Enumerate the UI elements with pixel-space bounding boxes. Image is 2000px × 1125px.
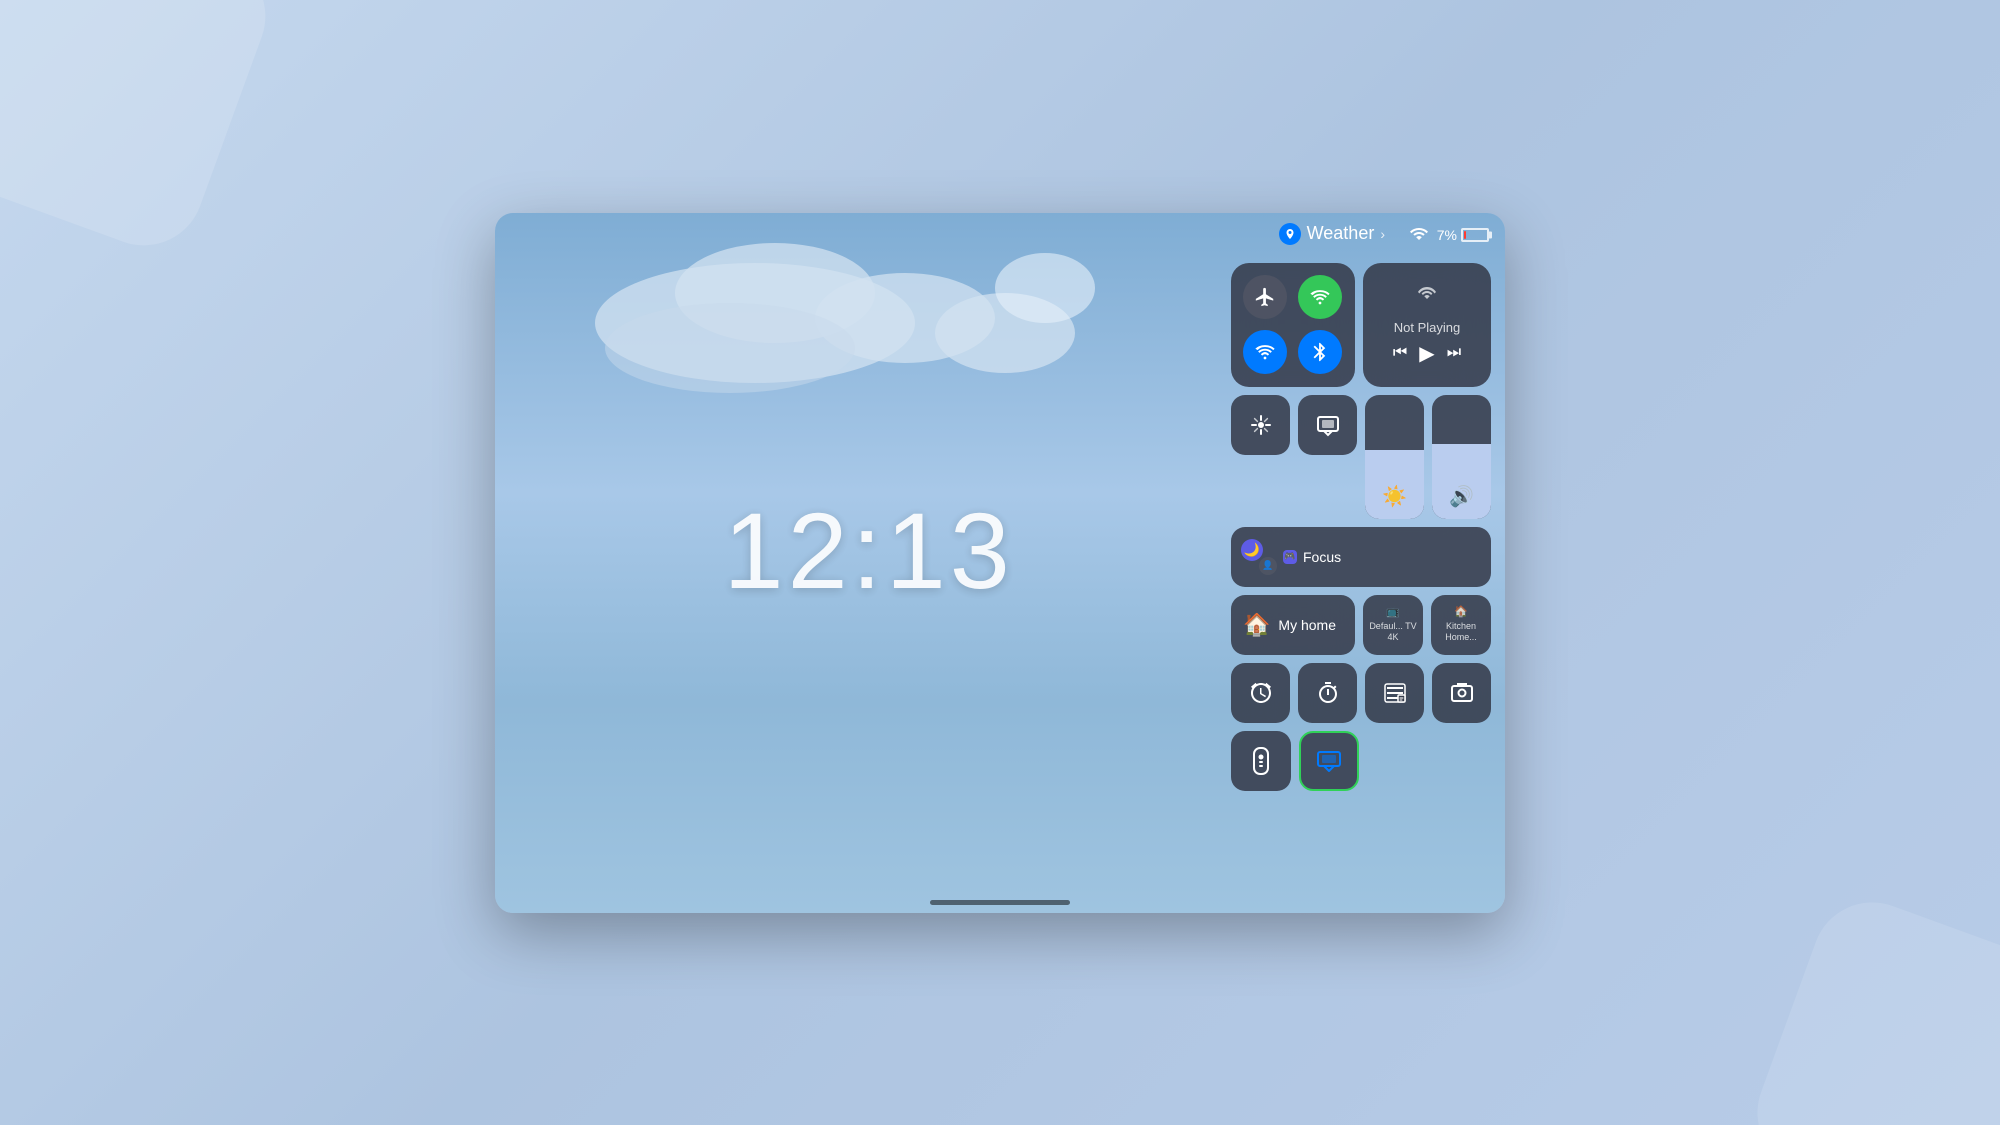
volume-icon: 🔊 (1449, 484, 1474, 509)
alarm-button[interactable] (1231, 663, 1290, 723)
now-playing-block[interactable]: Not Playing ⏮ ▶ ⏭ (1363, 263, 1491, 387)
device-kitchen-button[interactable]: 🏠 Kitchen Home... (1431, 595, 1491, 655)
cc-row-4: 🏠 My home 📺 Defaul... TV 4K 🏠 Kitchen Ho… (1231, 595, 1491, 655)
device-tv-label: Defaul... TV 4K (1367, 621, 1419, 643)
cc-row-5 (1231, 663, 1491, 723)
airplane-mode-toggle[interactable] (1243, 275, 1287, 319)
bluetooth-toggle[interactable] (1298, 330, 1342, 374)
battery-percentage: 7% (1437, 227, 1457, 243)
wifi-status-icon (1409, 225, 1429, 246)
media-controls[interactable]: ⏮ ▶ ⏭ (1393, 341, 1461, 366)
cloud-layer (595, 243, 1195, 443)
control-center: Not Playing ⏮ ▶ ⏭ (1231, 263, 1491, 791)
home-indicator[interactable] (930, 900, 1070, 905)
volume-slider[interactable]: 🔊 (1432, 395, 1491, 519)
prev-track-button[interactable]: ⏮ (1393, 344, 1407, 362)
screen-mirror-active-button[interactable] (1299, 731, 1359, 791)
rotation-lock-button[interactable] (1231, 395, 1290, 455)
brightness-icon: ☀️ (1382, 484, 1407, 509)
remote-button[interactable] (1231, 731, 1291, 791)
wifi-toggle[interactable] (1243, 330, 1287, 374)
person-icon: 👤 (1259, 557, 1277, 575)
time-display: 12:13 (724, 488, 1014, 613)
hotspot-toggle[interactable] (1298, 275, 1342, 319)
next-track-button[interactable]: ⏭ (1447, 344, 1461, 362)
cc-row-6 (1231, 731, 1491, 791)
weather-chevron-icon: › (1380, 226, 1385, 242)
ipad-screen: 12:13 Weather › 7% (495, 213, 1505, 913)
focus-block[interactable]: 🌙 👤 🎮 Focus (1231, 527, 1491, 587)
not-playing-label: Not Playing (1394, 320, 1460, 335)
device-tv-button[interactable]: 📺 Defaul... TV 4K (1363, 595, 1423, 655)
status-bar: Weather › 7% (1185, 213, 1505, 258)
airplay-icon (1415, 284, 1439, 314)
battery-status: 7% (1437, 227, 1489, 243)
timer-button[interactable] (1298, 663, 1357, 723)
kitchen-icon: 🏠 (1454, 606, 1468, 619)
location-icon (1279, 223, 1301, 245)
cc-row-2: ☀️ 🔊 (1231, 395, 1491, 519)
connectivity-block[interactable] (1231, 263, 1355, 387)
cc-row-3: 🌙 👤 🎮 Focus (1231, 527, 1491, 587)
weather-label: Weather (1307, 223, 1375, 244)
battery-icon (1461, 228, 1489, 242)
focus-label: Focus (1303, 549, 1341, 565)
my-home-block[interactable]: 🏠 My home (1231, 595, 1355, 655)
screenshot-button[interactable] (1432, 663, 1491, 723)
weather-widget[interactable]: Weather › (1279, 223, 1385, 245)
screen-mirror-small-button[interactable] (1298, 395, 1357, 455)
home-icon: 🏠 (1243, 612, 1270, 638)
focus-icons: 🌙 👤 (1241, 539, 1277, 575)
my-home-label: My home (1278, 617, 1336, 633)
play-pause-button[interactable]: ▶ (1419, 341, 1434, 366)
tv-icon: 📺 (1386, 606, 1400, 619)
moon-icon: 🌙 (1241, 539, 1263, 561)
device-kitchen-label: Kitchen Home... (1435, 621, 1487, 643)
focus-extra-icon: 🎮 (1283, 550, 1297, 564)
cc-row-1: Not Playing ⏮ ▶ ⏭ (1231, 263, 1491, 387)
brightness-slider[interactable]: ☀️ (1365, 395, 1424, 519)
text-recognition-button[interactable] (1365, 663, 1424, 723)
